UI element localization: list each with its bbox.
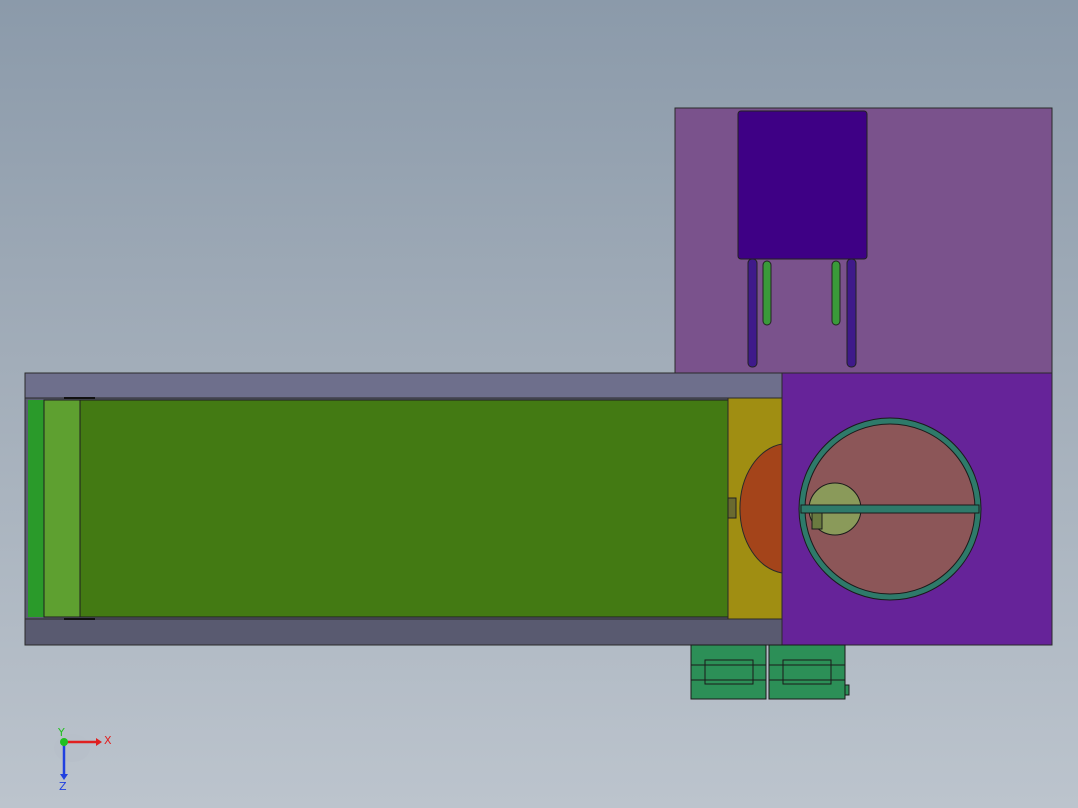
x-axis-label: X [104, 734, 112, 747]
cad-model-top-view[interactable] [0, 0, 1078, 808]
belt-roller-left[interactable] [28, 400, 44, 617]
guide-rod-left[interactable] [762, 260, 772, 326]
cad-viewport[interactable]: X Y Z [0, 0, 1078, 808]
y-axis-dot [60, 738, 68, 746]
disc-spoke[interactable] [800, 504, 980, 514]
connector-right[interactable] [768, 644, 850, 700]
orientation-triad: X Y Z [54, 728, 112, 792]
frame-rail-bottom[interactable] [24, 618, 783, 646]
hopper-block[interactable] [737, 110, 868, 260]
guide-rod-right[interactable] [831, 260, 841, 326]
support-leg-right[interactable] [846, 258, 857, 368]
frame-rail-top[interactable] [24, 372, 783, 399]
belt-roller-body[interactable] [43, 399, 81, 618]
conveyor-belt[interactable] [79, 399, 729, 618]
z-axis-label: Z [59, 780, 67, 792]
y-axis-label: Y [57, 728, 65, 739]
connector-left[interactable] [690, 644, 767, 700]
support-leg-left[interactable] [747, 258, 758, 368]
